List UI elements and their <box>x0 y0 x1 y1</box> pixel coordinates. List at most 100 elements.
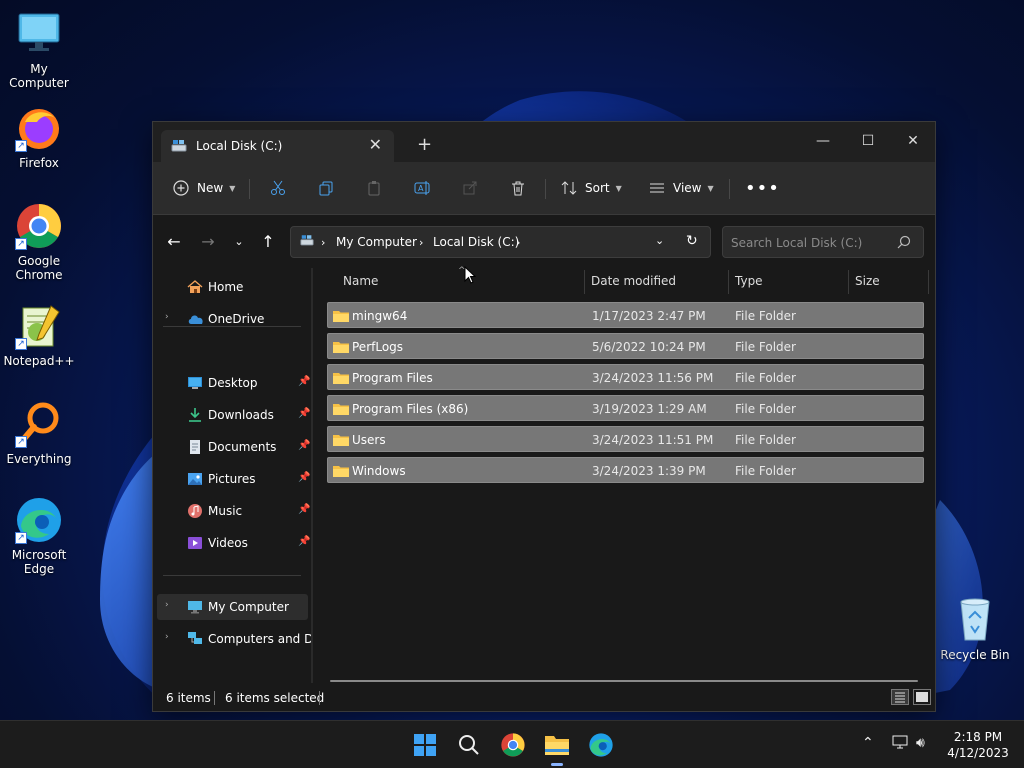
home-icon <box>187 279 203 298</box>
column-header-date[interactable]: Date modified <box>591 274 676 294</box>
sidebar-item-documents[interactable]: Documents 📌 <box>157 434 310 460</box>
file-row[interactable]: mingw64 1/17/2023 2:47 PM File Folder <box>327 302 924 328</box>
desktop-icon-my-computer[interactable]: My Computer <box>0 10 78 90</box>
sidebar-item-videos[interactable]: Videos 📌 <box>157 530 310 556</box>
sidebar-item-label: Desktop <box>208 376 258 390</box>
back-button[interactable]: ← <box>161 229 187 255</box>
pin-icon[interactable]: 📌 <box>298 504 310 515</box>
close-window-button[interactable]: ✕ <box>893 128 933 154</box>
notepadpp-icon: ↗ <box>15 302 63 350</box>
desktop-icon-edge[interactable]: ↗ Microsoft Edge <box>0 496 78 576</box>
download-icon <box>187 407 203 426</box>
taskbar-search-button[interactable] <box>455 731 483 759</box>
delete-button[interactable] <box>510 175 526 201</box>
file-date: 5/6/2022 10:24 PM <box>592 340 706 354</box>
arrow-left-icon: ← <box>167 232 181 251</box>
file-type: File Folder <box>735 309 796 323</box>
pin-icon[interactable]: 📌 <box>298 472 310 483</box>
column-header-name[interactable]: Name <box>343 274 378 294</box>
desktop-icon-notepadpp[interactable]: ↗ Notepad++ <box>0 302 78 368</box>
start-button[interactable] <box>411 731 439 759</box>
new-tab-button[interactable]: + <box>417 134 432 155</box>
file-name: Users <box>352 433 386 447</box>
maximize-button[interactable]: ☐ <box>848 128 888 154</box>
column-header-type[interactable]: Type <box>735 274 763 294</box>
sidebar-item-music[interactable]: Music 📌 <box>157 498 310 524</box>
file-name: PerfLogs <box>352 340 404 354</box>
desktop-icon-everything[interactable]: ↗ Everything <box>0 400 78 466</box>
sidebar-item-pictures[interactable]: Pictures 📌 <box>157 466 310 492</box>
file-date: 3/24/2023 11:56 PM <box>592 371 714 385</box>
paste-button[interactable] <box>366 175 382 201</box>
sidebar-item-my-computer[interactable]: › My Computer <box>157 594 308 620</box>
chevron-down-icon: ⌄ <box>234 235 244 248</box>
desktop-icon-recycle-bin[interactable]: Recycle Bin <box>936 596 1014 662</box>
rename-button[interactable]: A <box>414 175 432 201</box>
folder-icon <box>333 371 349 388</box>
file-row[interactable]: Windows 3/24/2023 1:39 PM File Folder <box>327 457 924 483</box>
sidebar-item-network[interactable]: › Computers and Devices <box>157 626 311 652</box>
show-hidden-icons-chevron-icon[interactable]: ⌃ <box>862 735 874 751</box>
chevron-right-icon[interactable]: › <box>165 312 169 322</box>
address-bar[interactable]: › My Computer › Local Disk (C:) › ⌄ ↻ <box>290 226 711 258</box>
address-history-chevron-icon[interactable]: ⌄ <box>655 234 664 247</box>
search-input[interactable] <box>731 234 891 252</box>
breadcrumb-my-computer[interactable]: My Computer <box>336 235 417 249</box>
forward-button[interactable]: → <box>195 229 221 255</box>
network-icon[interactable] <box>892 735 908 753</box>
chevron-right-icon[interactable]: › <box>165 600 169 610</box>
file-row[interactable]: Program Files (x86) 3/19/2023 1:29 AM Fi… <box>327 395 924 421</box>
shortcut-arrow-icon: ↗ <box>15 140 27 152</box>
column-divider[interactable] <box>928 270 929 294</box>
horizontal-scrollbar[interactable] <box>330 680 918 682</box>
minimize-button[interactable]: — <box>803 128 843 154</box>
recent-locations-button[interactable]: ⌄ <box>226 229 252 255</box>
sidebar-item-onedrive[interactable]: › OneDrive <box>157 306 308 332</box>
sidebar-item-home[interactable]: Home <box>157 274 308 300</box>
sidebar-item-downloads[interactable]: Downloads 📌 <box>157 402 310 428</box>
column-divider[interactable] <box>848 270 849 294</box>
search-box[interactable] <box>722 226 924 258</box>
pin-icon[interactable]: 📌 <box>298 376 310 387</box>
close-tab-icon[interactable]: ✕ <box>369 135 382 154</box>
pane-splitter[interactable] <box>311 268 313 683</box>
shortcut-arrow-icon: ↗ <box>15 238 27 250</box>
tab-local-disk[interactable]: Local Disk (C:) ✕ <box>161 130 394 162</box>
up-button[interactable]: ↑ <box>255 229 281 255</box>
copy-button[interactable] <box>318 175 334 201</box>
chevron-right-icon[interactable]: › <box>165 632 169 642</box>
file-row[interactable]: PerfLogs 5/6/2022 10:24 PM File Folder <box>327 333 924 359</box>
column-divider[interactable] <box>728 270 729 294</box>
file-row[interactable]: Users 3/24/2023 11:51 PM File Folder <box>327 426 924 452</box>
taskbar-chrome[interactable] <box>499 731 527 759</box>
taskbar-file-explorer[interactable] <box>543 731 571 766</box>
share-button[interactable] <box>462 175 478 201</box>
folder-icon <box>333 340 349 357</box>
sidebar-item-label: Computers and Devices <box>208 632 311 646</box>
pin-icon[interactable]: 📌 <box>298 408 310 419</box>
sidebar-item-desktop[interactable]: Desktop 📌 <box>157 370 310 396</box>
pin-icon[interactable]: 📌 <box>298 536 310 547</box>
taskbar-edge[interactable] <box>587 731 615 759</box>
new-button[interactable]: New ▼ <box>173 175 235 201</box>
status-divider <box>319 691 320 705</box>
desktop-icon-label: My Computer <box>9 62 69 90</box>
view-button[interactable]: View ▼ <box>649 175 714 201</box>
plus-circle-icon <box>173 180 189 196</box>
desktop-icon-firefox[interactable]: ↗ Firefox <box>0 104 78 170</box>
breadcrumb-local-disk[interactable]: Local Disk (C:) <box>433 235 519 249</box>
clock[interactable]: 2:18 PM 4/12/2023 <box>940 729 1016 761</box>
more-options-button[interactable]: ••• <box>745 175 780 201</box>
file-row[interactable]: Program Files 3/24/2023 11:56 PM File Fo… <box>327 364 924 390</box>
title-bar: Local Disk (C:) ✕ + — ☐ ✕ <box>153 122 935 162</box>
pin-icon[interactable]: 📌 <box>298 440 310 451</box>
details-view-button[interactable] <box>891 689 909 705</box>
column-header-size[interactable]: Size <box>855 274 880 294</box>
desktop-icon-chrome[interactable]: ↗ Google Chrome <box>0 202 78 282</box>
thumbnail-view-button[interactable] <box>913 689 931 705</box>
refresh-icon[interactable]: ↻ <box>686 233 698 249</box>
sort-button[interactable]: Sort ▼ <box>561 175 622 201</box>
volume-icon[interactable]: 🔊︎ <box>916 735 925 751</box>
cut-button[interactable] <box>270 175 286 201</box>
column-divider[interactable] <box>584 270 585 294</box>
